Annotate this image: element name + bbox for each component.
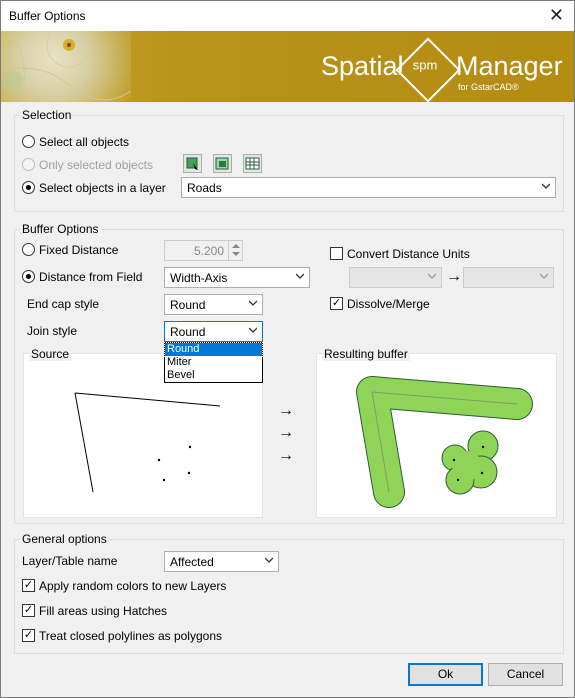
map-image xyxy=(1,31,132,102)
chevron-down-icon xyxy=(428,273,436,279)
brand-manager-text: Manager xyxy=(456,51,563,81)
layer-name-select[interactable]: Affected xyxy=(164,551,279,572)
arrow-icon: → xyxy=(278,402,294,419)
result-label: Resulting buffer xyxy=(322,347,410,361)
select-all-label[interactable]: Select all objects xyxy=(39,135,129,149)
closed-polylines-label[interactable]: Treat closed polylines as polygons xyxy=(39,629,222,643)
fixed-distance-radio[interactable] xyxy=(22,243,35,256)
unit-arrow-icon: → xyxy=(446,268,462,285)
only-selected-radio xyxy=(22,158,35,171)
distance-field-value: Width-Axis xyxy=(170,271,228,285)
dissolve-label[interactable]: Dissolve/Merge xyxy=(347,297,430,311)
join-option-miter[interactable]: Miter xyxy=(165,356,262,369)
join-style-label: Join style xyxy=(27,324,78,338)
distance-field-select[interactable]: Width-Axis xyxy=(164,267,310,288)
chevron-down-icon xyxy=(249,300,257,306)
buffer-group-label: Buffer Options xyxy=(20,222,101,236)
brand-sub-text: for GstarCAD® xyxy=(458,82,519,92)
add-objects-icon xyxy=(215,157,229,170)
to-unit-select xyxy=(463,267,554,288)
fixed-distance-value: 5.200 xyxy=(193,244,224,258)
spin-up-icon xyxy=(232,244,240,248)
join-style-dropdown: Round Miter Bevel xyxy=(164,342,263,383)
selection-group-label: Selection xyxy=(20,108,74,122)
layer-name-label: Layer/Table name xyxy=(22,554,118,568)
dissolve-checkbox[interactable]: ✓ xyxy=(330,297,343,310)
from-unit-select xyxy=(349,267,442,288)
join-option-bevel[interactable]: Bevel xyxy=(165,369,262,382)
fill-hatches-label[interactable]: Fill areas using Hatches xyxy=(39,604,167,618)
cancel-button[interactable]: Cancel xyxy=(488,663,563,686)
map-illustration xyxy=(1,31,132,102)
random-colors-checkbox[interactable]: ✓ xyxy=(22,579,35,592)
spm-logo: spm xyxy=(395,37,461,102)
general-group-label: General options xyxy=(20,532,109,546)
layer-select[interactable]: Roads xyxy=(181,177,556,198)
closed-polylines-checkbox[interactable]: ✓ xyxy=(22,629,35,642)
end-cap-select[interactable]: Round xyxy=(164,294,263,315)
window-title: Buffer Options xyxy=(9,9,86,23)
layer-name-value: Affected xyxy=(170,555,214,569)
fixed-distance-label[interactable]: Fixed Distance xyxy=(39,243,118,257)
join-style-select[interactable]: Round xyxy=(164,321,263,342)
chevron-down-icon xyxy=(296,273,304,279)
table-objects-icon xyxy=(245,157,260,170)
add-objects-button[interactable] xyxy=(213,154,232,173)
end-cap-value: Round xyxy=(170,298,206,312)
source-label: Source xyxy=(29,347,72,361)
spm-logo-text: spm xyxy=(412,57,438,73)
select-layer-label[interactable]: Select objects in a layer xyxy=(39,181,166,195)
convert-units-label[interactable]: Convert Distance Units xyxy=(347,247,470,261)
chevron-down-icon xyxy=(265,557,273,563)
chevron-down-icon xyxy=(249,327,257,333)
random-colors-label[interactable]: Apply random colors to new Layers xyxy=(39,579,226,593)
spinner-buttons xyxy=(228,241,242,260)
end-cap-label: End cap style xyxy=(27,297,100,311)
ok-button[interactable]: Ok xyxy=(408,663,483,686)
select-all-radio[interactable] xyxy=(22,135,35,148)
pick-objects-icon xyxy=(186,157,198,170)
table-objects-button[interactable] xyxy=(243,154,262,173)
distance-field-label[interactable]: Distance from Field xyxy=(39,270,142,284)
fill-hatches-checkbox[interactable]: ✓ xyxy=(22,604,35,617)
chevron-down-icon xyxy=(540,273,548,279)
result-drawing xyxy=(356,376,533,508)
brand-spatial-text: Spatial xyxy=(321,51,404,81)
select-layer-radio[interactable] xyxy=(22,181,35,194)
layer-select-value: Roads xyxy=(187,181,222,195)
pick-objects-button[interactable] xyxy=(183,154,202,173)
result-preview xyxy=(316,353,557,518)
close-icon[interactable]: ✕ xyxy=(549,6,564,24)
convert-units-checkbox[interactable] xyxy=(330,247,343,260)
title-bar: Buffer Options ✕ xyxy=(1,1,574,31)
dialog-window: Buffer Options ✕ Spatial spm Manager for… xyxy=(0,0,575,698)
brand-banner: Spatial spm Manager for GstarCAD® xyxy=(1,31,574,102)
spin-down-icon xyxy=(232,252,240,256)
join-option-round[interactable]: Round xyxy=(164,342,263,357)
only-selected-label: Only selected objects xyxy=(39,158,154,172)
arrow-icon: → xyxy=(278,424,294,441)
join-style-value: Round xyxy=(170,325,206,339)
fixed-distance-spinner: 5.200 xyxy=(164,240,243,261)
chevron-down-icon xyxy=(542,183,550,189)
arrow-icon: → xyxy=(278,447,294,464)
distance-field-radio[interactable] xyxy=(22,270,35,283)
